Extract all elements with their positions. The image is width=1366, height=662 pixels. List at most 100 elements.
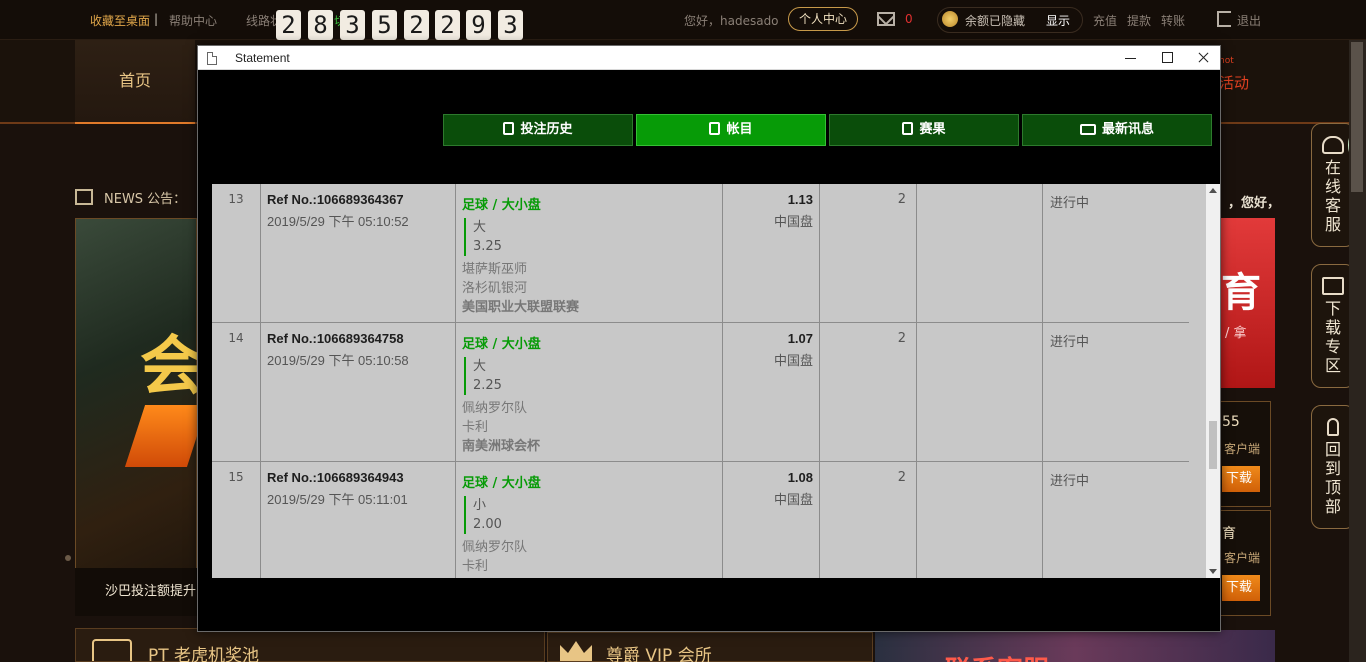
monitor-icon <box>1322 277 1344 295</box>
winloss-value <box>917 323 1043 462</box>
market-type: 中国盘 <box>773 354 813 369</box>
user-center-button[interactable]: 个人中心 <box>788 7 858 31</box>
jackpot-digit: 2 <box>435 10 460 40</box>
jackpot-digit: 3 <box>498 10 523 40</box>
bottom-promo-text: 联系客服 <box>945 650 1049 662</box>
topbar-separator: | <box>154 12 159 26</box>
jackpot-digit: 5 <box>372 10 397 40</box>
selection: 小 <box>473 498 487 513</box>
tab-bet-history[interactable]: 投注历史 <box>443 114 633 146</box>
crown-icon <box>560 641 592 661</box>
mail-icon[interactable] <box>877 12 895 26</box>
away-team: 洛杉矶银河 <box>462 281 528 296</box>
tab-label: 帐目 <box>726 122 753 137</box>
results-icon <box>902 122 914 135</box>
side-button-label: 下载专区 <box>1324 299 1341 375</box>
selection-block: 大 2.25 <box>464 357 722 395</box>
transfer-link[interactable]: 转账 <box>1161 12 1185 29</box>
tab-statement[interactable]: 帐目 <box>636 114 826 146</box>
page-scrollbar[interactable] <box>1349 40 1366 662</box>
help-link[interactable]: 帮助中心 <box>169 12 217 29</box>
slot-machine-icon <box>92 639 132 661</box>
coin-icon <box>942 11 958 27</box>
table-row[interactable]: 13 Ref No.:106689364367 2019/5/29 下午 05:… <box>212 184 1189 323</box>
odds-value: 1.07 <box>787 331 813 346</box>
window-title: Statement <box>235 51 290 65</box>
jackpot-digit: 2 <box>276 10 301 40</box>
vip-club-bar[interactable]: 尊爵 VIP 会所 <box>547 632 873 662</box>
logout-icon[interactable] <box>1217 11 1231 27</box>
banner-caption[interactable]: 沙巴投注额提升 <box>75 568 197 616</box>
bet-details-cell: 足球 / 大小盘 大 2.25 佩纳罗尔队 卡利 南美洲球会杯 <box>456 323 723 462</box>
nav-home[interactable]: 首页 <box>75 40 195 124</box>
jackpot-digit: 9 <box>466 10 491 40</box>
download-button[interactable]: 下载 <box>1222 466 1260 492</box>
user-greeting: 您好，hadesado <box>684 14 779 28</box>
tab-results[interactable]: 赛果 <box>829 114 1019 146</box>
withdraw-link[interactable]: 提款 <box>1127 12 1151 29</box>
bet-datetime: 2019/5/29 下午 05:11:01 <box>267 492 408 507</box>
ref-number: Ref No.:106689364758 <box>267 331 404 346</box>
ref-cell: Ref No.:106689364367 2019/5/29 下午 05:10:… <box>261 184 456 323</box>
vip-label: 尊爵 VIP 会所 <box>606 646 712 662</box>
carousel-dot[interactable] <box>65 555 71 561</box>
news-label: NEWS 公告： <box>104 192 187 207</box>
league-name: 南美洲球会杯 <box>462 439 541 454</box>
odds-cell: 1.08 中国盘 <box>723 462 820 578</box>
bet-status: 进行中 <box>1050 335 1090 350</box>
market-type: 中国盘 <box>773 493 813 508</box>
right-promo-banner[interactable]: 育 / 拿 <box>1219 218 1275 388</box>
statement-scrollbar[interactable] <box>1206 184 1220 578</box>
bottom-promo-banner[interactable]: 联系客服 <box>875 630 1275 662</box>
bookmark-link[interactable]: 收藏至桌面 <box>90 12 150 29</box>
right-promo-headline: 育 <box>1221 270 1261 316</box>
window-titlebar[interactable]: Statement <box>198 46 1220 70</box>
odds-cell: 1.13 中国盘 <box>723 184 820 323</box>
nav-promotions[interactable]: 活动 <box>1219 72 1249 93</box>
winloss-value <box>917 184 1043 323</box>
table-row[interactable]: 14 Ref No.:106689364758 2019/5/29 下午 05:… <box>212 323 1189 462</box>
scroll-up-arrow[interactable] <box>1209 188 1217 193</box>
winloss-value <box>917 462 1043 578</box>
statement-list[interactable]: 13 Ref No.:106689364367 2019/5/29 下午 05:… <box>212 184 1206 578</box>
mail-icon <box>1079 124 1096 135</box>
page-scrollbar-thumb[interactable] <box>1351 42 1363 192</box>
away-team: 卡利 <box>462 420 489 435</box>
download-button[interactable]: 下载 <box>1222 575 1260 601</box>
news-scroll-text: ，您好， <box>1228 196 1281 211</box>
ledger-icon <box>709 122 721 135</box>
download-card-sub: 客户端 <box>1224 551 1261 565</box>
logout-link[interactable]: 退出 <box>1237 12 1261 29</box>
scroll-down-arrow[interactable] <box>1209 569 1217 574</box>
jackpot-digit: 8 <box>308 10 333 40</box>
tab-messages[interactable]: 最新讯息 <box>1022 114 1212 146</box>
deposit-link[interactable]: 充值 <box>1093 12 1117 29</box>
bet-type: 足球 / 大小盘 <box>462 198 541 213</box>
side-button-label: 回到顶部 <box>1324 440 1341 516</box>
download-card-title: 育 <box>1222 526 1236 542</box>
odds-value: 1.13 <box>787 192 813 207</box>
table-row[interactable]: 15 Ref No.:106689364943 2019/5/29 下午 05:… <box>212 462 1189 578</box>
minimize-button[interactable] <box>1113 46 1149 70</box>
jackpot-digit: 3 <box>340 10 365 40</box>
bet-details-cell: 足球 / 大小盘 小 2.00 佩纳罗尔队 卡利 <box>456 462 723 578</box>
ref-number: Ref No.:106689364367 <box>267 192 404 207</box>
row-number: 14 <box>212 323 261 462</box>
close-button[interactable] <box>1185 46 1221 70</box>
receipt-icon <box>503 122 515 135</box>
right-promo-sub: / 拿 <box>1225 326 1247 341</box>
handicap-line: 2.25 <box>473 378 502 393</box>
scroll-thumb[interactable] <box>1209 421 1217 469</box>
home-team: 佩纳罗尔队 <box>462 401 528 416</box>
maximize-button[interactable] <box>1149 46 1185 70</box>
headset-icon <box>1322 136 1344 154</box>
show-balance-button[interactable]: 显示 <box>1046 12 1070 29</box>
ref-cell: Ref No.:106689364943 2019/5/29 下午 05:11:… <box>261 462 456 578</box>
hot-badge: hot <box>1219 56 1234 66</box>
league-name: 美国职业大联盟联赛 <box>462 300 580 315</box>
banner-headline: 会 <box>140 330 204 404</box>
tab-label: 最新讯息 <box>1101 122 1154 137</box>
side-button-label: 在线客服 <box>1324 158 1341 234</box>
mail-count: 0 <box>905 12 913 26</box>
stake-value: 2 <box>820 184 917 323</box>
